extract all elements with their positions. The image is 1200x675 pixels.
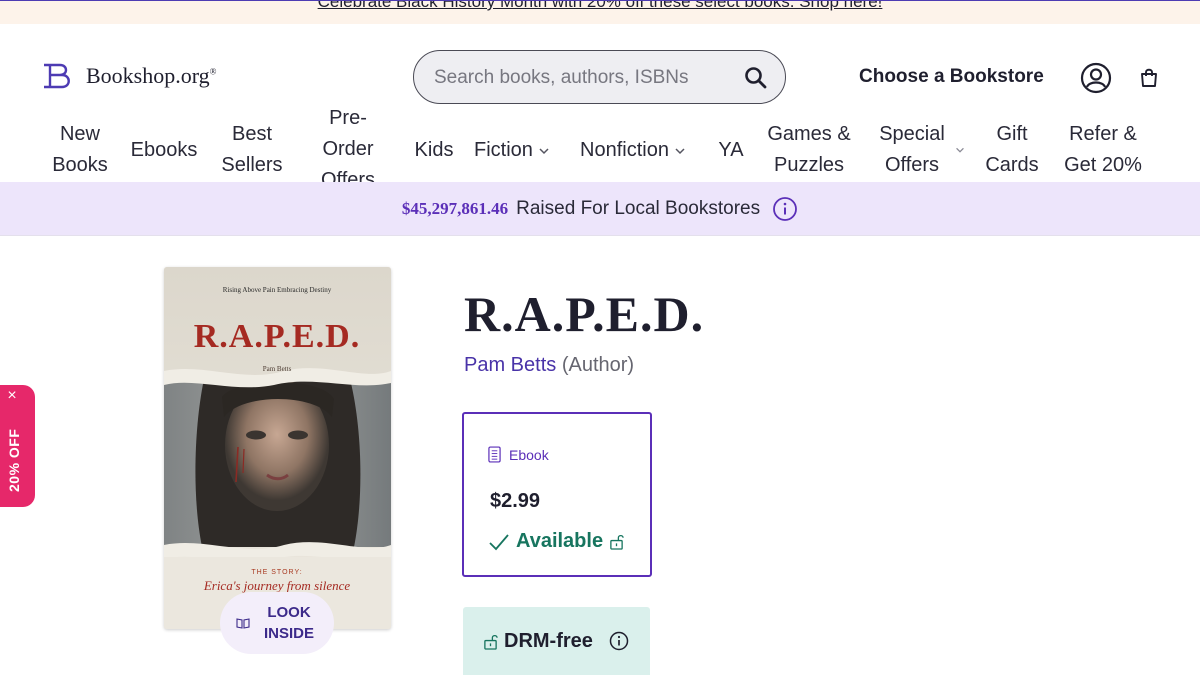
drm-free-label: DRM-free bbox=[504, 629, 593, 652]
cover-kicker-text: THE STORY: bbox=[251, 569, 302, 576]
site-logo[interactable]: Bookshop.org® bbox=[42, 62, 217, 90]
nav-item-games-puzzles[interactable]: Games & Puzzles bbox=[764, 119, 854, 181]
format-type-label: Ebook bbox=[509, 446, 549, 463]
search-icon bbox=[745, 67, 767, 89]
nav-item-best-sellers[interactable]: Best Sellers bbox=[214, 119, 290, 181]
search-input[interactable] bbox=[434, 63, 734, 93]
nav-label: Fiction bbox=[474, 139, 533, 161]
cart-button[interactable] bbox=[1138, 67, 1160, 89]
cover-author-text: Pam Betts bbox=[263, 365, 292, 373]
nav-label: Offers bbox=[320, 169, 376, 182]
unlock-icon bbox=[484, 634, 498, 650]
logo-text: Bookshop.org® bbox=[86, 63, 217, 88]
nav-label: Get 20% bbox=[1064, 154, 1142, 176]
format-price: $2.99 bbox=[490, 490, 541, 512]
nav-item-ya[interactable]: YA bbox=[714, 135, 748, 166]
chevron-down-icon bbox=[675, 148, 685, 154]
close-icon[interactable]: × bbox=[5, 388, 19, 404]
nav-label: Order bbox=[322, 138, 374, 160]
nav-item-refer-get-20[interactable]: Refer & Get 20% bbox=[1058, 119, 1148, 181]
nav-item-gift-cards[interactable]: Gift Cards bbox=[980, 119, 1044, 181]
nav-item-kids[interactable]: Kids bbox=[410, 135, 458, 166]
nav-label: Puzzles bbox=[773, 154, 845, 176]
chevron-down-icon[interactable] bbox=[954, 144, 966, 156]
promo-link[interactable]: Celebrate Black History Month with 20% o… bbox=[0, 1, 1200, 12]
nav-label: Pre- bbox=[329, 107, 367, 129]
cover-title-text: R.A.P.E.D. bbox=[194, 318, 361, 355]
nav-label: Nonfiction bbox=[580, 139, 669, 161]
shopping-bag-icon bbox=[1141, 68, 1157, 87]
author-link[interactable]: Pam Betts bbox=[464, 354, 556, 376]
checkmark-icon bbox=[489, 533, 509, 550]
nav-label: Sellers bbox=[221, 154, 283, 176]
user-circle-icon bbox=[1080, 62, 1112, 94]
raised-text: Raised For Local Bookstores bbox=[516, 197, 761, 219]
raised-amount: $45,297,861.46 bbox=[401, 198, 509, 218]
nav-label: Special bbox=[879, 123, 945, 145]
nav-item-special-offers[interactable]: Special Offers bbox=[874, 119, 950, 181]
nav-label: New bbox=[59, 123, 100, 145]
info-icon[interactable] bbox=[772, 196, 798, 222]
format-type: Ebook bbox=[488, 446, 549, 463]
availability-status: Available bbox=[488, 530, 624, 553]
look-inside-button[interactable]: LOOK INSIDE bbox=[220, 592, 334, 654]
discount-label: 20% OFF bbox=[6, 428, 22, 492]
search-bar bbox=[413, 50, 786, 104]
choose-bookstore-link[interactable]: Choose a Bookstore bbox=[859, 66, 1044, 88]
unlock-icon bbox=[610, 534, 624, 550]
book-cover-image[interactable]: Rising Above Pain Embracing Destiny R.A.… bbox=[164, 267, 391, 629]
info-icon[interactable] bbox=[609, 631, 629, 651]
nav-label: Games & bbox=[767, 123, 851, 145]
raised-banner: $45,297,861.46 Raised For Local Bookstor… bbox=[0, 182, 1200, 236]
bookshop-logo-icon bbox=[44, 63, 70, 89]
search-button[interactable] bbox=[743, 65, 769, 91]
nav-item-pre-order-offers[interactable]: Pre- Order Offers bbox=[314, 104, 382, 182]
discount-side-tab[interactable]: × 20% OFF bbox=[0, 385, 35, 507]
nav-label: Refer & bbox=[1069, 123, 1137, 145]
promo-bar: Celebrate Black History Month with 20% o… bbox=[0, 0, 1200, 24]
nav-item-nonfiction[interactable]: Nonfiction bbox=[580, 135, 687, 166]
author-line: Pam Betts (Author) bbox=[464, 354, 634, 377]
chevron-down-icon bbox=[539, 148, 549, 154]
cover-subtitle-text: Erica's journey from silence bbox=[203, 578, 351, 593]
nav-label: Best bbox=[231, 123, 273, 145]
availability-label: Available bbox=[516, 530, 604, 552]
drm-free-badge: DRM-free bbox=[463, 607, 650, 675]
nav-label: Gift bbox=[996, 123, 1028, 145]
main-nav: New Books Ebooks Best Sellers Pre- Order… bbox=[0, 104, 1200, 182]
nav-item-fiction[interactable]: Fiction bbox=[474, 135, 551, 166]
nav-item-new-books[interactable]: New Books bbox=[44, 119, 116, 181]
book-title: R.A.P.E.D. bbox=[464, 286, 705, 342]
nav-label: Cards bbox=[985, 154, 1039, 176]
account-button[interactable] bbox=[1080, 62, 1112, 94]
ebook-icon bbox=[488, 446, 501, 463]
nav-label: Offers bbox=[884, 154, 940, 176]
cover-tagline-text: Rising Above Pain Embracing Destiny bbox=[223, 286, 332, 294]
nav-label: Books bbox=[52, 154, 108, 176]
nav-item-ebooks[interactable]: Ebooks bbox=[128, 135, 200, 166]
open-book-icon bbox=[236, 618, 250, 629]
look-inside-label: LOOK INSIDE bbox=[263, 604, 314, 642]
author-role: (Author) bbox=[561, 354, 635, 376]
format-option-ebook[interactable]: Ebook $2.99 Available bbox=[462, 412, 652, 577]
